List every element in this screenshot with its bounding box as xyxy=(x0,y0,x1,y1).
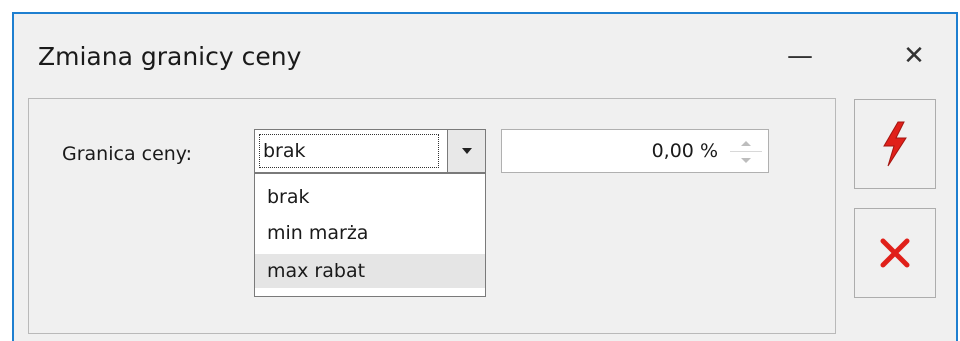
percent-value[interactable]: 0,00 % xyxy=(652,130,718,172)
percent-spin-input[interactable]: 0,00 % xyxy=(501,129,769,173)
spin-down-button[interactable] xyxy=(730,152,762,168)
combobox-dropdown-button[interactable] xyxy=(447,130,485,172)
price-limit-combobox[interactable]: brak xyxy=(254,129,486,173)
dialog-window: Zmiana granicy ceny — ✕ Granica ceny: br… xyxy=(12,12,958,341)
spin-up-button[interactable] xyxy=(730,135,762,152)
form-panel: Granica ceny: brak brak min marża max ra… xyxy=(28,98,836,334)
chevron-down-icon xyxy=(461,148,472,154)
chevron-up-icon xyxy=(741,140,751,146)
combobox-selected-value[interactable]: brak xyxy=(259,134,439,168)
cancel-button[interactable] xyxy=(854,208,936,298)
combobox-dropdown-list: brak min marża max rabat xyxy=(254,173,486,297)
lightning-bolt-icon xyxy=(883,121,907,167)
window-title: Zmiana granicy ceny xyxy=(38,42,302,71)
dropdown-option-max-rabat[interactable]: max rabat xyxy=(255,254,485,288)
dropdown-option-min-marza[interactable]: min marża xyxy=(255,216,485,250)
price-limit-label: Granica ceny: xyxy=(62,143,193,165)
red-x-icon xyxy=(880,238,910,268)
chevron-down-icon xyxy=(741,157,751,163)
confirm-button[interactable] xyxy=(854,99,936,189)
dropdown-option-brak[interactable]: brak xyxy=(255,180,485,214)
minimize-button[interactable]: — xyxy=(780,36,820,76)
minimize-icon: — xyxy=(787,41,813,71)
title-bar: Zmiana granicy ceny — ✕ xyxy=(14,14,956,92)
close-button[interactable]: ✕ xyxy=(894,36,934,76)
close-icon: ✕ xyxy=(903,41,925,71)
